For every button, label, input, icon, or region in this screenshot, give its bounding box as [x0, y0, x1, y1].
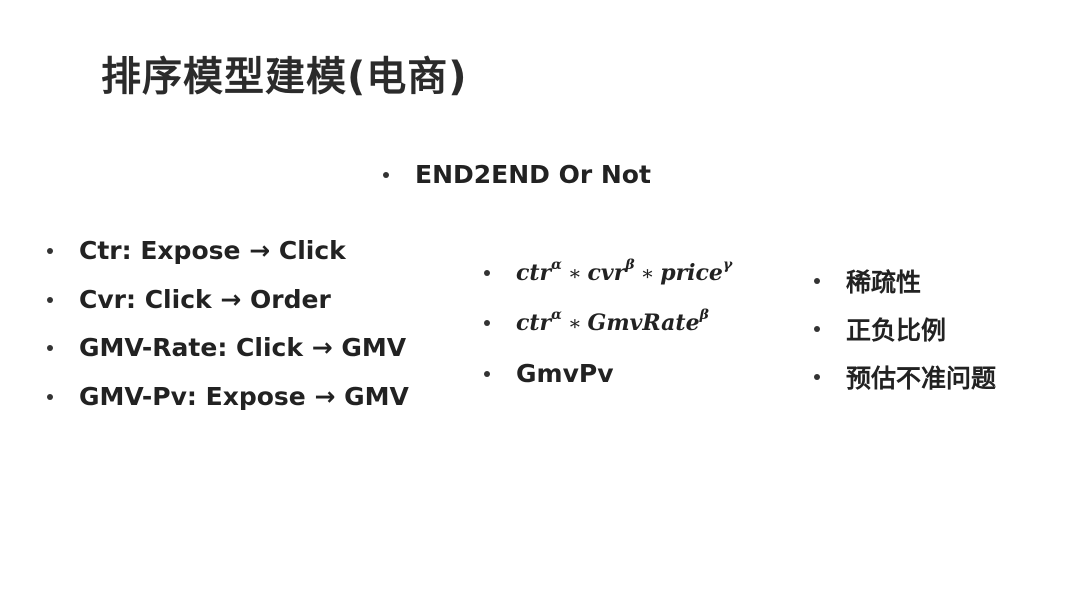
math-exponent: γ: [722, 257, 733, 273]
math-exponent: α: [551, 257, 562, 273]
slide-title: 排序模型建模(电商): [101, 54, 468, 100]
formula-item: ctrα ∗ GmvRateβ: [484, 307, 709, 336]
item-to: GMV: [344, 382, 409, 411]
math-exponent: β: [699, 307, 709, 323]
bullet-dot: [484, 370, 490, 377]
list-item: GMV-Rate: Click → GMV: [47, 333, 406, 362]
list-item-text: Ctr: Expose → Click: [79, 236, 346, 265]
arrow-right-icon: →: [314, 382, 336, 411]
math-term: ctr: [516, 310, 552, 336]
bullet-dot: [484, 320, 490, 326]
multiply-operator: ∗: [567, 261, 582, 285]
headline-text: END2END Or Not: [415, 160, 651, 189]
item-to: Order: [250, 285, 331, 314]
formula-item: ctrα ∗ cvrβ ∗ priceγ: [484, 257, 733, 286]
formula-gmvpv: GmvPv: [516, 359, 614, 388]
item-to: Click: [278, 236, 346, 265]
list-item-text: 稀疏性: [846, 268, 922, 297]
slide: 排序模型建模(电商) END2END Or Not Ctr: Expose → …: [0, 0, 1080, 608]
item-label: Cvr:: [79, 285, 136, 314]
math-term: GmvRate: [587, 310, 700, 336]
bullet-dot: [47, 247, 53, 254]
math-term: ctr: [516, 260, 552, 286]
bullet-dot: [484, 270, 490, 276]
item-label: GMV-Rate:: [79, 333, 228, 362]
list-item: Cvr: Click → Order: [47, 285, 331, 314]
list-item: 正负比例: [814, 311, 946, 347]
math-term: cvr: [587, 260, 626, 286]
bullet-dot: [47, 296, 53, 303]
list-item-text: GMV-Pv: Expose → GMV: [79, 382, 409, 411]
formula-ctr-gmvrate: ctrα ∗ GmvRateβ: [516, 307, 709, 336]
bullet-dot: [814, 374, 820, 380]
list-item-text: Cvr: Click → Order: [79, 285, 331, 314]
list-item: 稀疏性: [814, 263, 921, 299]
item-from: Expose: [205, 382, 306, 411]
math-term: price: [660, 260, 723, 286]
list-item-text: 预估不准问题: [846, 364, 997, 393]
list-item: Ctr: Expose → Click: [47, 236, 346, 265]
list-item-text: 正负比例: [846, 316, 947, 345]
bullet-dot: [47, 393, 53, 400]
bullet-dot: [814, 278, 820, 284]
arrow-right-icon: →: [220, 285, 242, 314]
multiply-operator: ∗: [567, 311, 582, 335]
formula-item: GmvPv: [484, 359, 614, 388]
item-label: Ctr:: [79, 236, 132, 265]
math-exponent: β: [625, 257, 635, 273]
list-item: GMV-Pv: Expose → GMV: [47, 382, 409, 411]
multiply-operator: ∗: [640, 261, 655, 285]
item-from: Expose: [140, 236, 241, 265]
bullet-dot: [383, 171, 389, 178]
item-from: Click: [144, 285, 212, 314]
item-to: GMV: [341, 333, 407, 362]
item-from: Click: [236, 333, 303, 362]
list-item-text: GMV-Rate: Click → GMV: [79, 333, 406, 362]
arrow-right-icon: →: [249, 236, 271, 265]
item-label: GMV-Pv:: [79, 382, 197, 411]
headline-bullet: END2END Or Not: [383, 160, 651, 189]
bullet-dot: [47, 344, 53, 351]
bullet-dot: [814, 326, 820, 332]
arrow-right-icon: →: [311, 333, 333, 362]
formula-ctr-cvr-price: ctrα ∗ cvrβ ∗ priceγ: [516, 257, 733, 286]
list-item: 预估不准问题: [814, 359, 996, 395]
math-exponent: α: [551, 307, 562, 323]
